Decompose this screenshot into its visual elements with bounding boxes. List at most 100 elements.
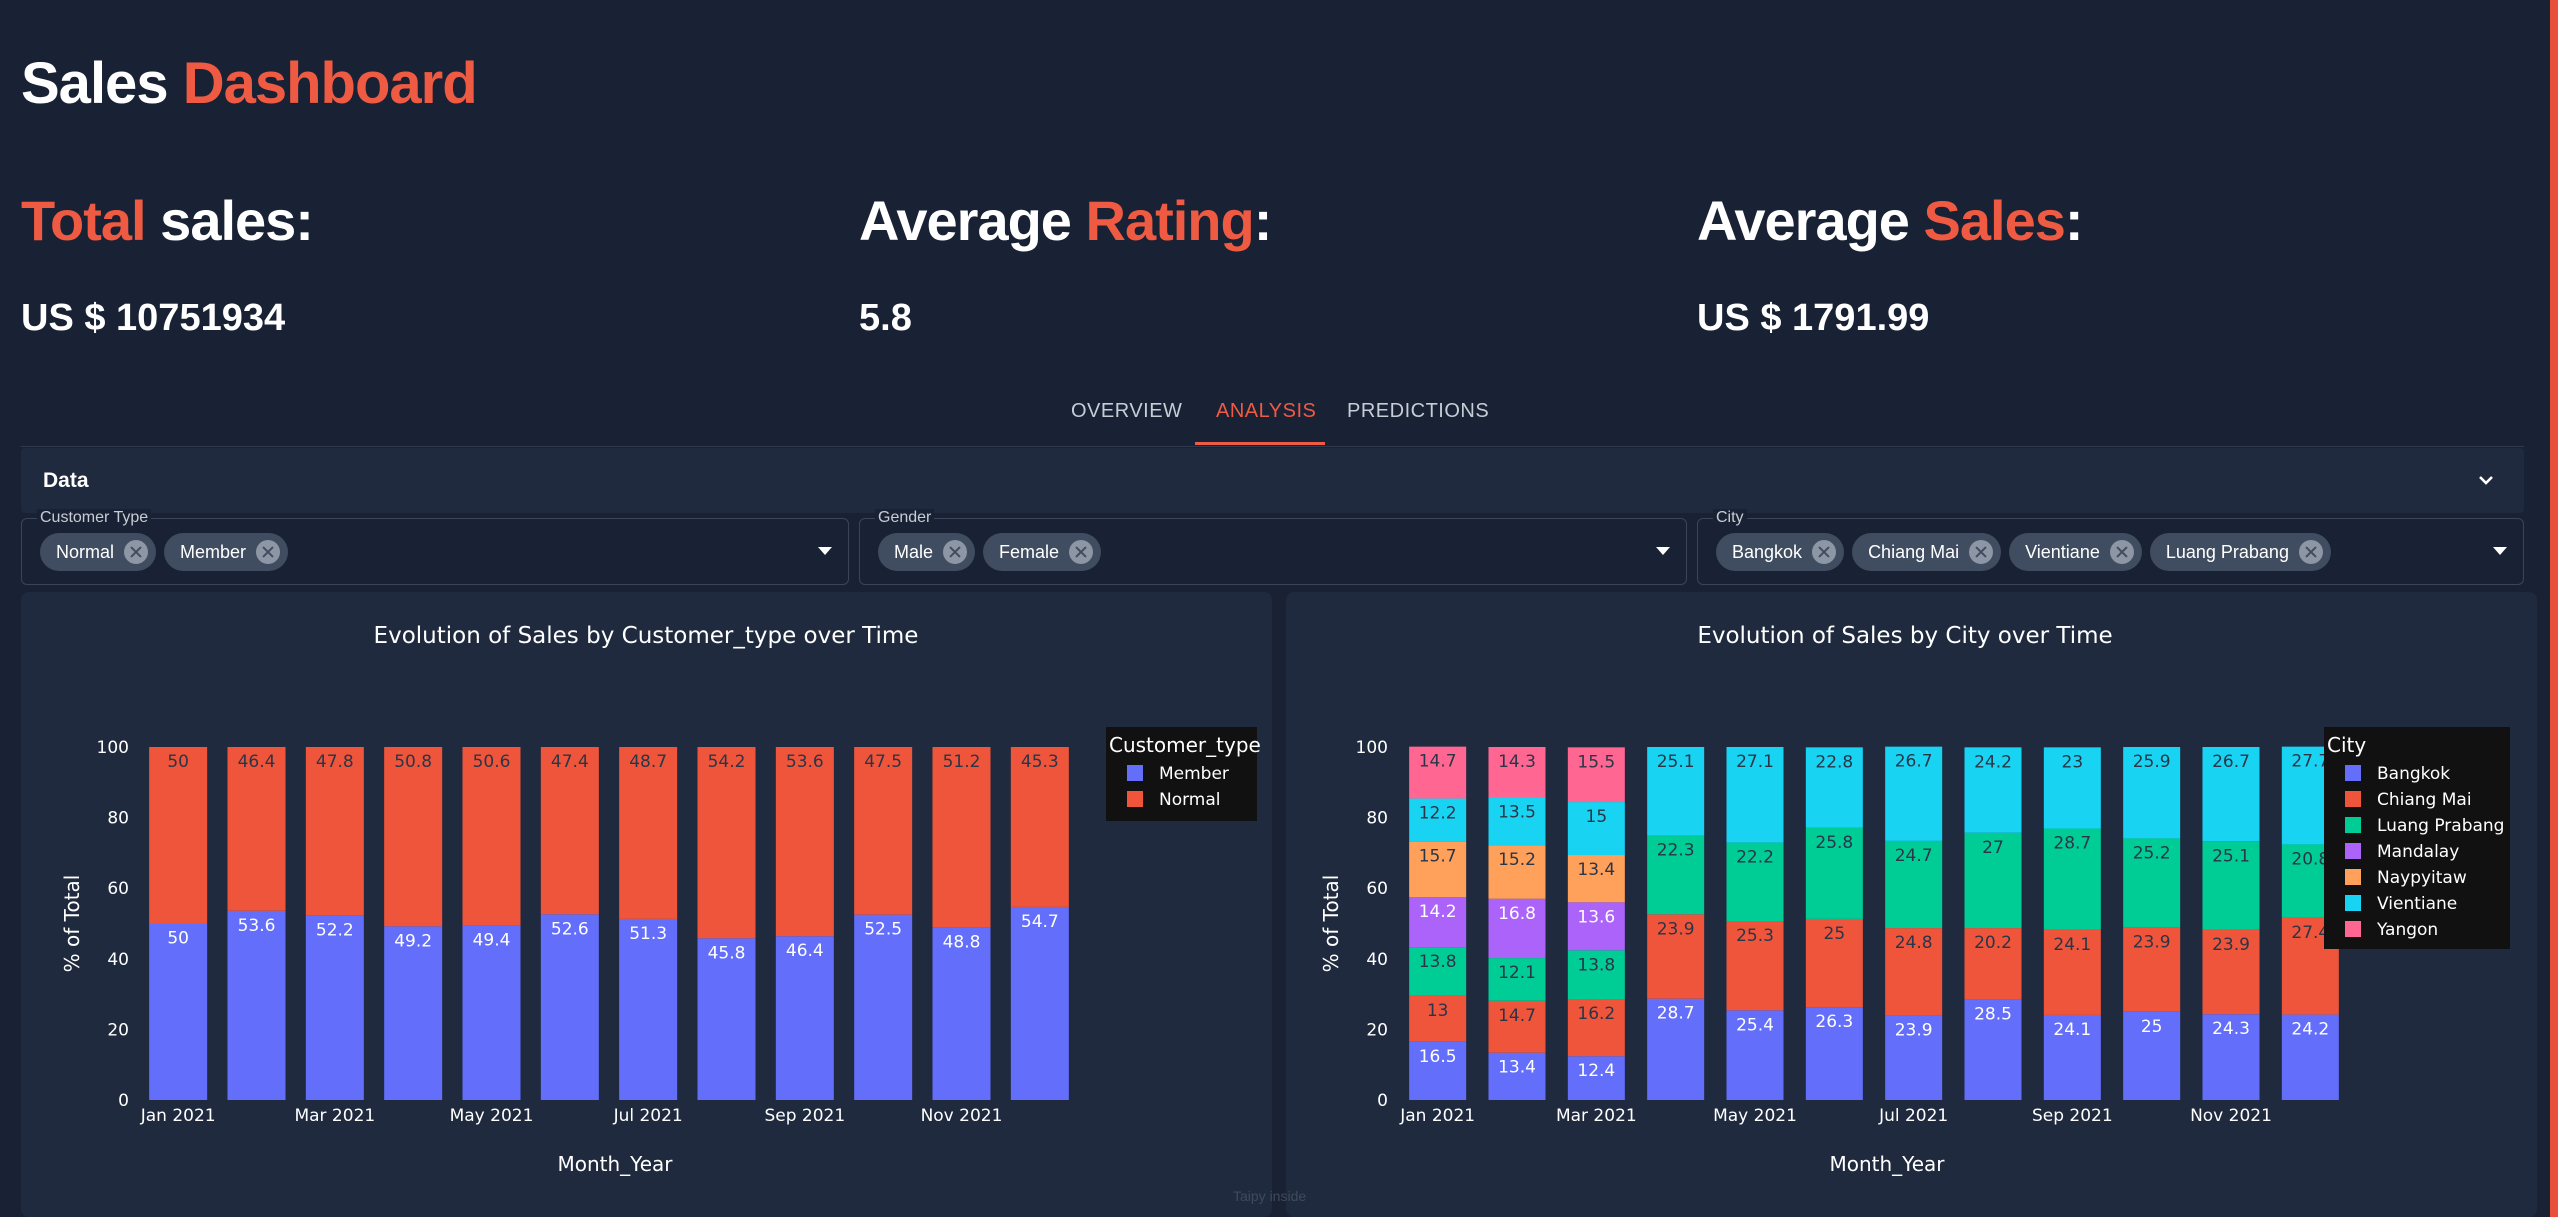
remove-chip-icon[interactable] [2298, 540, 2323, 564]
bar-data-label: 26.7 [2212, 752, 2250, 772]
bar-data-label: 28.5 [1974, 1004, 2012, 1024]
bar-data-label: 52.2 [316, 921, 354, 941]
chip-label: Male [894, 541, 934, 562]
remove-chip-icon[interactable] [256, 540, 281, 564]
bar-data-label: 53.6 [786, 752, 824, 772]
y-tick-label: 40 [107, 950, 129, 970]
remove-chip-icon[interactable] [124, 540, 149, 564]
gender-select[interactable]: Gender Male Female [859, 509, 1687, 585]
legend-swatch [2345, 921, 2361, 937]
kpi-label-accent: Sales [1923, 189, 2066, 252]
x-tick-label: Jul 2021 [1878, 1106, 1948, 1126]
kpi-value: 5.8 [859, 297, 912, 339]
tab-analysis[interactable]: ANALYSIS [1216, 400, 1316, 423]
bar-data-label: 22.3 [1657, 841, 1695, 861]
kpi-label: Average Sales: [1697, 188, 2083, 253]
bar-data-label: 23 [2062, 752, 2084, 772]
bar-segment [384, 926, 443, 1100]
bar-data-label: 13.8 [1419, 952, 1457, 972]
chip-label: Chiang Mai [1868, 541, 1960, 562]
data-accordion[interactable]: Data [21, 448, 2524, 513]
kpi-label-colon: : [1253, 189, 1273, 252]
tab-bar: OVERVIEW ANALYSIS PREDICTIONS [0, 380, 2558, 447]
bar-data-label: 52.6 [551, 919, 589, 939]
y-axis-label: % of Total [1319, 875, 1343, 973]
chip-bangkok: Bangkok [1716, 533, 1845, 571]
bar-data-label: 24.2 [1974, 752, 2012, 772]
remove-chip-icon[interactable] [943, 540, 968, 564]
bar-data-label: 26.7 [1895, 752, 1933, 772]
x-tick-label: Nov 2021 [921, 1106, 1003, 1126]
legend-entry: Member [1159, 764, 1229, 784]
city-select[interactable]: City Bangkok Chiang Mai Vientiane Luang … [1697, 509, 2524, 585]
y-tick-label: 60 [107, 879, 129, 899]
bar-data-label: 14.7 [1419, 752, 1457, 772]
y-tick-label: 40 [1366, 950, 1388, 970]
y-tick-label: 80 [107, 809, 129, 829]
bar-data-label: 13.5 [1498, 802, 1536, 822]
chip-luang-prabang: Luang Prabang [2149, 533, 2331, 571]
bar-data-label: 24.2 [2291, 1020, 2329, 1040]
bar-data-label: 51.3 [629, 924, 667, 944]
bar-data-label: 52.5 [864, 920, 902, 940]
bar-data-label: 22.2 [1736, 848, 1774, 868]
bar-data-label: 25.2 [2133, 843, 2171, 863]
remove-chip-icon[interactable] [1069, 540, 1094, 564]
chevron-down-icon[interactable] [2474, 468, 2498, 492]
bar-data-label: 13.4 [1498, 1058, 1536, 1078]
legend-entry: Naypyitaw [2377, 868, 2467, 888]
bar-data-label: 27.7 [2291, 752, 2329, 772]
kpi-label: Total sales: [21, 188, 314, 253]
bar-data-label: 20.2 [1974, 933, 2012, 953]
dropdown-arrow-icon[interactable] [1656, 547, 1670, 555]
remove-chip-icon[interactable] [1969, 540, 1994, 564]
page-title: Sales Dashboard [21, 50, 478, 117]
bar-data-label: 22.8 [1815, 752, 1853, 772]
y-tick-label: 100 [1356, 738, 1388, 758]
chip-label: Vientiane [2025, 541, 2100, 562]
dashboard-page: Sales Dashboard Total sales: US $ 107519… [0, 0, 2558, 1217]
y-axis-label: % of Total [60, 875, 84, 973]
bar-data-label: 54.7 [1021, 912, 1059, 932]
y-tick-label: 20 [1366, 1020, 1388, 1040]
x-tick-label: May 2021 [1713, 1106, 1797, 1126]
customer-type-select[interactable]: Customer Type Normal Member [21, 509, 849, 585]
chip-label: Female [999, 541, 1060, 562]
kpi-label-accent: Total [21, 189, 147, 252]
bar-data-label: 15.7 [1419, 847, 1457, 867]
customer-type-stacked-bar-chart[interactable]: Evolution of Sales by Customer_type over… [21, 592, 1272, 1217]
accordion-title: Data [43, 469, 89, 492]
bar-data-label: 24.1 [2053, 935, 2091, 955]
legend-swatch [2345, 843, 2361, 859]
bar-data-label: 12.1 [1498, 963, 1536, 983]
y-tick-label: 60 [1366, 879, 1388, 899]
legend-swatch [2345, 791, 2361, 807]
bar-segment [854, 914, 913, 1100]
kpi-average-rating: Average Rating: 5.8 [859, 188, 1273, 340]
bar-data-label: 50 [167, 929, 189, 949]
remove-chip-icon[interactable] [2109, 540, 2134, 564]
bar-data-label: 27 [1982, 838, 2004, 858]
bar-data-label: 27.4 [2291, 923, 2329, 943]
bar-data-label: 25 [2141, 1017, 2163, 1037]
chart-title: Evolution of Sales by Customer_type over… [374, 623, 919, 649]
bar-data-label: 24.3 [2212, 1019, 2250, 1039]
tab-predictions[interactable]: PREDICTIONS [1347, 400, 1489, 423]
bar-data-label: 16.2 [1577, 1004, 1615, 1024]
bar-segment [854, 747, 913, 915]
bar-data-label: 49.2 [394, 931, 432, 951]
bar-data-label: 12.2 [1419, 804, 1457, 824]
city-stacked-bar-chart[interactable]: Evolution of Sales by City over Time 0 20 4… [1286, 592, 2537, 1217]
dropdown-arrow-icon[interactable] [2493, 547, 2507, 555]
bar-data-label: 25.8 [1815, 833, 1853, 853]
scrollbar[interactable] [2550, 0, 2558, 1217]
footer-credit: Taipy inside [1233, 1188, 1307, 1204]
chip-male: Male [878, 533, 976, 571]
chip-label: Member [180, 541, 247, 562]
bar-data-label: 25.3 [1736, 926, 1774, 946]
remove-chip-icon[interactable] [1812, 540, 1837, 564]
tab-overview[interactable]: OVERVIEW [1071, 400, 1182, 423]
legend-swatch [2345, 765, 2361, 781]
dropdown-arrow-icon[interactable] [818, 547, 832, 555]
legend-entry: Luang Prabang [2377, 816, 2504, 836]
